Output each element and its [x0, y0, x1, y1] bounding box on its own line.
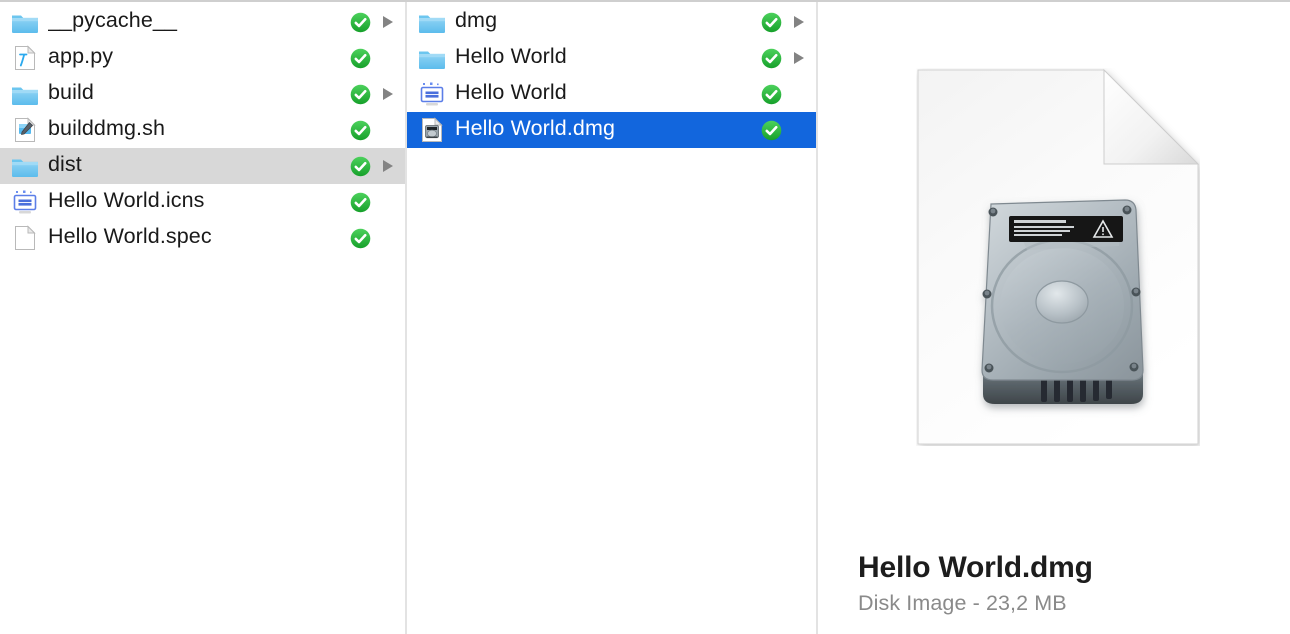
shell-script-icon [10, 115, 40, 145]
file-column-2[interactable]: dmg Hello World Hello World Hello World.dmg [407, 2, 818, 634]
green-check-badge [350, 156, 371, 177]
chevron-placeholder [379, 48, 397, 68]
file-row[interactable]: builddmg.sh [0, 112, 405, 148]
file-row[interactable]: Hello World.dmg [407, 112, 816, 148]
file-name-label: builddmg.sh [48, 118, 166, 141]
python-file-icon [10, 43, 40, 73]
chevron-placeholder [790, 84, 808, 104]
green-check-badge [761, 48, 782, 69]
chevron-right-icon[interactable] [379, 84, 397, 104]
folder-icon [10, 151, 40, 181]
icns-file-icon [417, 79, 447, 109]
folder-icon [417, 43, 447, 73]
file-row[interactable]: app.py [0, 40, 405, 76]
file-list-1: __pycache__ app.py build builddmg.sh dist Hel… [0, 2, 405, 256]
preview-metadata: Hello World.dmg Disk Image - 23,2 MB [858, 550, 1278, 616]
green-check-badge [350, 228, 371, 249]
chevron-right-icon[interactable] [790, 48, 808, 68]
preview-file-name: Hello World.dmg [858, 551, 1093, 584]
file-name-label: Hello World.icns [48, 190, 205, 213]
dmg-file-icon [417, 115, 447, 145]
file-row[interactable]: build [0, 76, 405, 112]
preview-file-kind-size: Disk Image - 23,2 MB [858, 591, 1067, 616]
chevron-right-icon[interactable] [379, 12, 397, 32]
file-row[interactable]: dist [0, 148, 405, 184]
finder-column-view: __pycache__ app.py build builddmg.sh dist Hel… [0, 0, 1290, 634]
file-name-label: dmg [455, 10, 498, 33]
file-name-label: __pycache__ [48, 10, 178, 33]
file-name-label: app.py [48, 46, 114, 69]
file-column-1[interactable]: __pycache__ app.py build builddmg.sh dist Hel… [0, 2, 407, 634]
file-name-label: dist [48, 154, 82, 177]
folder-icon [10, 7, 40, 37]
chevron-right-icon[interactable] [379, 156, 397, 176]
file-name-label: Hello World [455, 82, 567, 105]
green-check-badge [350, 12, 371, 33]
file-row[interactable]: Hello World.icns [0, 184, 405, 220]
chevron-placeholder [379, 228, 397, 248]
chevron-placeholder [379, 120, 397, 140]
chevron-placeholder [790, 120, 808, 140]
file-row[interactable]: dmg [407, 4, 816, 40]
file-name-label: Hello World [455, 46, 567, 69]
file-name-label: build [48, 82, 94, 105]
green-check-badge [350, 84, 371, 105]
chevron-placeholder [379, 192, 397, 212]
file-row[interactable]: __pycache__ [0, 4, 405, 40]
chevron-right-icon[interactable] [790, 12, 808, 32]
green-check-badge [761, 120, 782, 141]
folder-icon [417, 7, 447, 37]
file-row[interactable]: Hello World [407, 76, 816, 112]
file-row[interactable]: Hello World [407, 40, 816, 76]
icns-file-icon [10, 187, 40, 217]
green-check-badge [761, 84, 782, 105]
dmg-document-large-icon [916, 68, 1200, 446]
preview-pane: Hello World.dmg Disk Image - 23,2 MB [818, 2, 1290, 634]
plain-document-icon [10, 223, 40, 253]
file-list-2: dmg Hello World Hello World Hello World.dmg [407, 2, 816, 148]
green-check-badge [350, 48, 371, 69]
file-name-label: Hello World.dmg [455, 118, 616, 141]
green-check-badge [350, 192, 371, 213]
folder-icon [10, 79, 40, 109]
green-check-badge [761, 12, 782, 33]
green-check-badge [350, 120, 371, 141]
file-row[interactable]: Hello World.spec [0, 220, 405, 256]
file-name-label: Hello World.spec [48, 226, 212, 249]
